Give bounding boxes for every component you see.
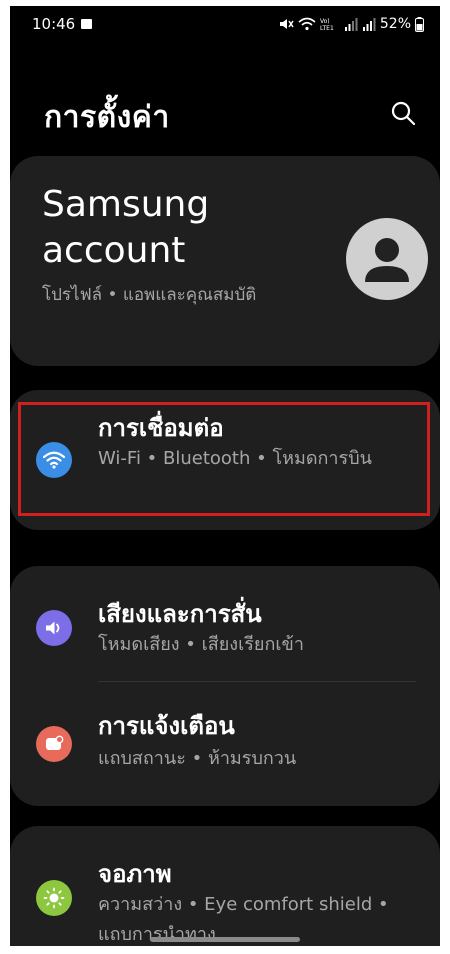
account-name: Samsung account <box>42 184 210 271</box>
signal-icon-1 <box>344 18 358 31</box>
person-icon <box>365 238 409 282</box>
item-title: การแจ้งเตือน <box>98 712 235 740</box>
account-subtitle: โปรไฟล์ • แอพและคุณสมบัติ <box>42 285 257 305</box>
volume-icon <box>36 610 72 646</box>
item-subtitle: แถบสถานะ • ห้ามรบกวน <box>98 748 297 769</box>
item-title: เสียงและการสั่น <box>98 600 262 628</box>
item-title: จอภาพ <box>98 860 172 888</box>
gallery-notification-icon <box>81 19 93 29</box>
volte-icon: Vo) LTE1 <box>320 18 334 31</box>
brightness-icon <box>36 880 72 916</box>
wifi-icon <box>36 442 72 478</box>
settings-item-notifications[interactable]: การแจ้งเตือน แถบสถานะ • ห้ามรบกวน <box>10 700 440 810</box>
header: การตั้งค่า <box>10 90 440 140</box>
item-subtitle: โหมดเสียง • เสียงเรียกเข้า <box>98 634 304 655</box>
svg-text:Vo): Vo) <box>320 18 330 25</box>
page-title: การตั้งค่า <box>44 100 170 135</box>
settings-item-connections[interactable]: การเชื่อมต่อ Wi-Fi • Bluetooth • โหมดการ… <box>10 404 440 514</box>
avatar[interactable] <box>346 218 428 300</box>
samsung-account-card[interactable]: Samsung account โปรไฟล์ • แอพและคุณสมบัต… <box>10 156 440 366</box>
status-time: 10:46 <box>32 15 76 33</box>
sound-notifications-card: เสียงและการสั่น โหมดเสียง • เสียงเรียกเข… <box>10 566 440 806</box>
signal-icon-2 <box>362 18 376 31</box>
search-button[interactable] <box>386 96 420 130</box>
display-card: จอภาพ ความสว่าง • Eye comfort shield • แ… <box>10 826 440 946</box>
wifi-status-icon <box>298 17 316 31</box>
item-subtitle: Wi-Fi • Bluetooth • โหมดการบิน <box>98 448 372 469</box>
settings-screen: 10:46 Vo) LTE1 52% การตั้งค่า Samsung ac… <box>10 6 440 946</box>
battery-icon <box>415 16 424 32</box>
divider <box>98 681 416 682</box>
svg-text:LTE1: LTE1 <box>320 25 334 31</box>
settings-item-display[interactable]: จอภาพ ความสว่าง • Eye comfort shield • แ… <box>10 848 440 946</box>
item-title: การเชื่อมต่อ <box>98 414 224 442</box>
connections-card: การเชื่อมต่อ Wi-Fi • Bluetooth • โหมดการ… <box>10 390 440 530</box>
mute-icon <box>279 19 294 29</box>
status-left: 10:46 <box>32 15 93 33</box>
search-icon <box>391 101 416 126</box>
notification-icon <box>36 726 72 762</box>
battery-percent: 52% <box>379 16 411 32</box>
settings-item-sounds[interactable]: เสียงและการสั่น โหมดเสียง • เสียงเรียกเข… <box>10 586 440 696</box>
status-bar: 10:46 Vo) LTE1 52% <box>10 6 440 42</box>
status-right: Vo) LTE1 52% <box>278 16 424 32</box>
home-indicator[interactable] <box>150 937 300 942</box>
